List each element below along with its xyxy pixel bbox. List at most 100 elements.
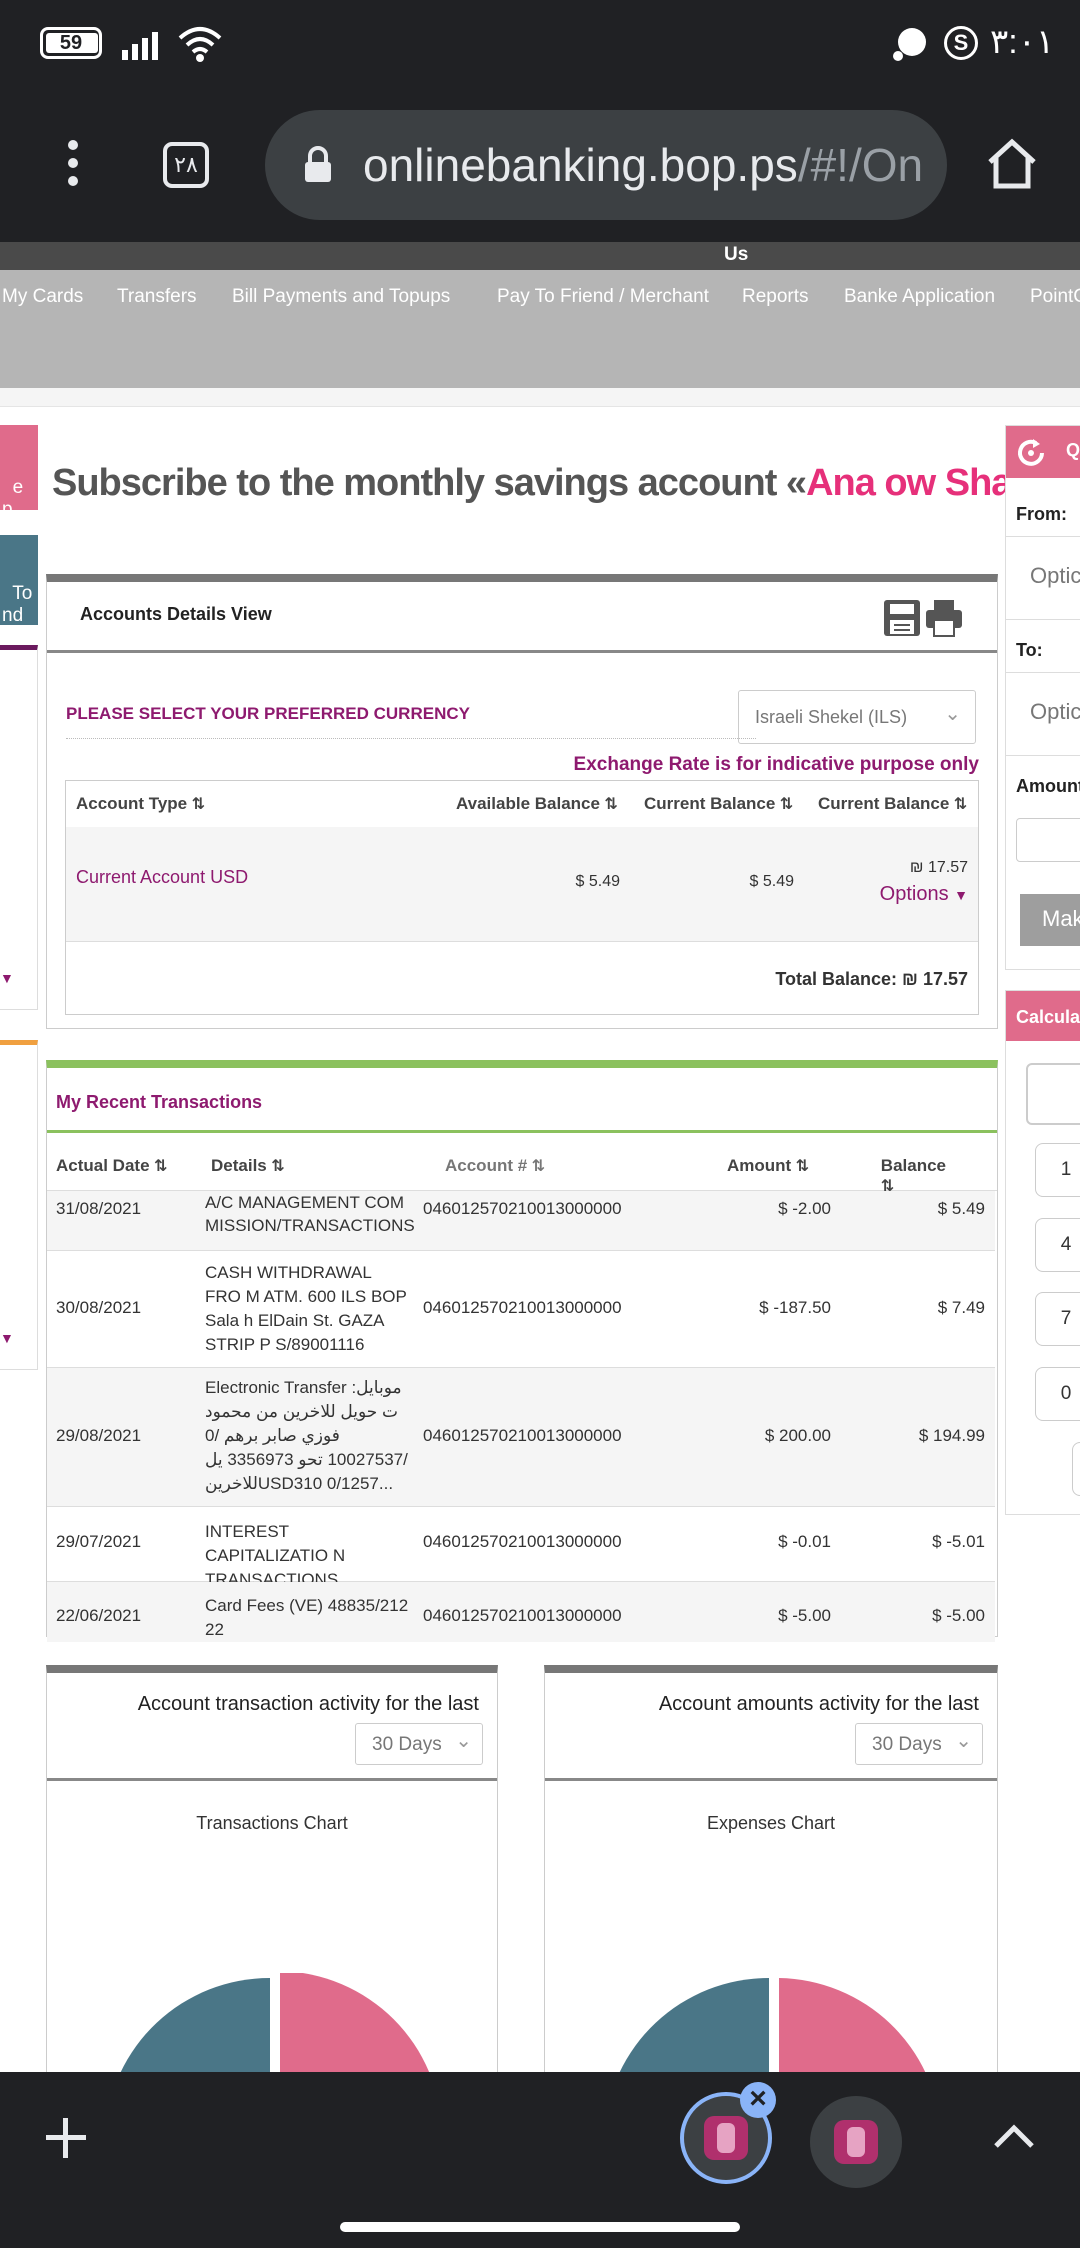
print-icon[interactable] [924, 598, 964, 638]
save-icon[interactable] [882, 598, 922, 638]
savings-banner[interactable]: Subscribe to the monthly savings account… [52, 462, 1080, 518]
calculator-header: Calculat [1006, 991, 1080, 1041]
pie-slice-teal [614, 1977, 769, 2084]
tab-count: ٢٨ [174, 152, 198, 177]
table-row[interactable]: 30/08/2021 CASH WITHDRAWAL FRO M ATM. 60… [47, 1251, 995, 1368]
row-date: 30/08/2021 [56, 1298, 142, 1317]
nav-item-reports[interactable]: Reports [742, 286, 809, 308]
clock: ٣:٠١ [990, 23, 1055, 61]
col-actual-date[interactable]: Actual Date [56, 1156, 167, 1176]
nav-top-label[interactable]: Us [724, 244, 748, 266]
options-menu[interactable]: Options ▼ [880, 883, 968, 906]
expenses-widget-title: Account amounts activity for the last [658, 1693, 979, 1715]
amount-input[interactable] [1016, 818, 1080, 862]
exchange-note: Exchange Rate is for indicative purpose … [573, 754, 979, 775]
col-details[interactable]: Details [211, 1156, 285, 1176]
transactions-period-select[interactable]: 30 Days ⌄ [355, 1723, 483, 1765]
transactions-chart-title: Transactions Chart [196, 1813, 348, 1833]
row-amount: $ -0.01 [778, 1532, 831, 1551]
col-current-balance[interactable]: Current Balance [644, 794, 793, 814]
left-chevron-icon-2[interactable]: ▼ [0, 1330, 14, 1346]
make-transfer-button[interactable]: Mak [1020, 894, 1080, 946]
account-link[interactable]: Current Account USD [76, 867, 248, 888]
table-row[interactable]: 22/06/2021 Card Fees (VE) 48835/212 22 0… [47, 1582, 995, 1642]
row-account: 046012570210013000000 [423, 1298, 622, 1317]
col-account-type[interactable]: Account Type [76, 794, 205, 814]
row-account: 046012570210013000000 [423, 1532, 622, 1551]
menu-icon[interactable] [66, 140, 80, 190]
currency-select[interactable]: Israeli Shekel (ILS) ⌄ [738, 690, 976, 744]
nav-divider [0, 388, 1080, 407]
nav-item-transfers[interactable]: Transfers [117, 286, 197, 308]
nav-item-bill-payments[interactable]: Bill Payments and Topups [232, 286, 450, 308]
left-chevron-icon[interactable]: ▼ [0, 970, 14, 986]
pie-slice-pink [779, 1978, 931, 2084]
row-account: 046012570210013000000 [423, 1606, 622, 1625]
left-tab-1[interactable]: e p [0, 425, 38, 520]
col-available-balance[interactable]: Available Balance [456, 794, 618, 814]
calc-key-partial[interactable] [1072, 1442, 1080, 1496]
url-host: onlinebanking.bop.ps [363, 139, 798, 191]
account-row: Current Account USD $ 5.49 $ 5.49 ₪ 17.5… [66, 827, 978, 942]
to-select[interactable]: Optic [1006, 672, 1080, 756]
expenses-widget-rule [545, 1778, 997, 1781]
tab-thumbnail[interactable] [810, 2096, 902, 2188]
col-current-balance-converted[interactable]: Current Balance [818, 794, 967, 814]
accounts-title: Accounts Details View [80, 604, 272, 624]
chevron-down-icon: ⌄ [455, 1730, 472, 1752]
left-panel-1: ▼ [0, 645, 38, 1010]
chevron-up-icon[interactable] [992, 2122, 1036, 2152]
quick-transfer-panel: Q From: Optic To: Optic Amount Mak [1005, 425, 1080, 970]
wifi-icon [178, 27, 222, 62]
tab-switcher-button[interactable]: ٢٨ [163, 142, 209, 188]
calc-key-0[interactable]: 0 [1035, 1367, 1080, 1421]
row-date: 22/06/2021 [56, 1606, 142, 1625]
expenses-period-value: 30 Days [872, 1734, 942, 1755]
currency-select-value: Israeli Shekel (ILS) [755, 707, 908, 727]
home-icon[interactable] [986, 138, 1038, 190]
current-balance: $ 5.49 [749, 873, 794, 890]
row-account: 046012570210013000000 [423, 1426, 622, 1445]
quick-transfer-title: Q [1066, 440, 1080, 460]
refresh-icon [1018, 439, 1044, 466]
transactions-title-rule [47, 1130, 997, 1133]
address-bar[interactable]: onlinebanking.bop.ps/#!/Onli [265, 110, 947, 220]
close-tab-icon[interactable]: × [740, 2082, 776, 2118]
table-row[interactable]: 29/07/2021 INTEREST CAPITALIZATIO N TRAN… [47, 1507, 995, 1589]
accounts-panel: Accounts Details View PLEASE SELECT YOUR… [46, 574, 998, 1029]
calc-key-4[interactable]: 4 [1035, 1218, 1080, 1272]
from-select[interactable]: Optic [1006, 536, 1080, 620]
new-tab-icon[interactable] [44, 2116, 88, 2160]
pie-slice-teal [115, 1977, 270, 2084]
quick-transfer-header: Q [1006, 426, 1080, 478]
row-amount: $ -5.00 [778, 1606, 831, 1625]
nav-item-pointc[interactable]: PointC [1030, 286, 1080, 308]
row-amount: $ 200.00 [764, 1426, 831, 1445]
nav-item-pay-to-friend[interactable]: Pay To Friend / Merchant [497, 286, 709, 308]
table-row[interactable]: 29/08/2021 Electronic Transfer موبايل: ت… [47, 1368, 995, 1507]
nav-item-bank-application[interactable]: Banke Application [844, 286, 995, 308]
calc-key-1[interactable]: 1 [1035, 1143, 1080, 1197]
chevron-down-icon: ⌄ [955, 1730, 972, 1752]
col-account-number[interactable]: Account # [445, 1156, 545, 1176]
row-details: Card Fees (VE) 48835/212 22 [205, 1596, 409, 1639]
expenses-period-select[interactable]: 30 Days ⌄ [855, 1723, 983, 1765]
nav-item-my-cards[interactable]: My Cards [2, 286, 83, 308]
row-balance: $ -5.00 [932, 1606, 985, 1625]
row-amount: $ -187.50 [759, 1298, 831, 1317]
transactions-title: My Recent Transactions [56, 1092, 263, 1112]
col-balance[interactable]: Balance [881, 1156, 946, 1196]
calc-key-7[interactable]: 7 [1035, 1292, 1080, 1346]
table-row[interactable]: 31/08/2021 A/C MANAGEMENT COM MISSION/TR… [47, 1191, 995, 1251]
left-tab-2[interactable]: To nd [0, 535, 38, 626]
transactions-panel: My Recent Transactions Actual Date Detai… [46, 1060, 998, 1642]
chevron-down-icon: ⌄ [944, 703, 961, 725]
calculator-display [1026, 1063, 1080, 1125]
url-path: /#!/Onli [797, 139, 923, 191]
row-balance: $ 7.49 [937, 1298, 985, 1317]
transactions-widget: Account transaction activity for the las… [46, 1665, 498, 2085]
home-gesture-bar[interactable] [340, 2222, 740, 2232]
from-label: From: [1016, 504, 1067, 524]
col-amount[interactable]: Amount [727, 1156, 809, 1176]
row-amount: $ -2.00 [778, 1199, 831, 1218]
